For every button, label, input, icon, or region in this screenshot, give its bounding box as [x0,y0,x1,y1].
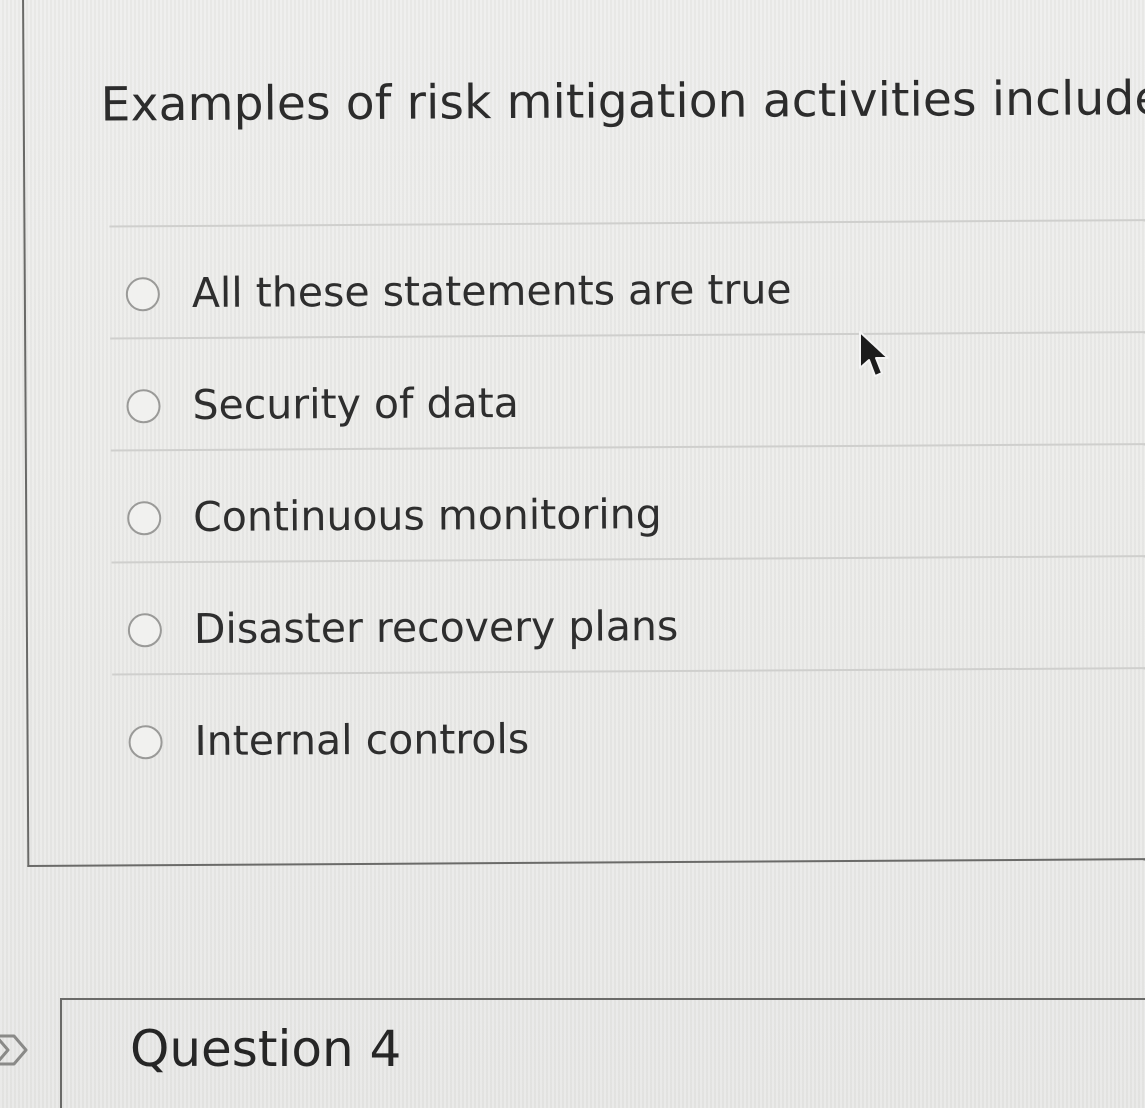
option-label[interactable]: Continuous monitoring [193,490,662,541]
next-question-title: Question 4 [130,1020,402,1078]
radio-unselected-icon[interactable] [128,725,163,760]
mouse-pointer-icon [859,331,889,377]
option-row-disaster-recovery[interactable]: Disaster recovery plans [111,554,1145,674]
radio-unselected-icon[interactable] [127,501,162,536]
chevron-right-icon[interactable] [0,1030,32,1070]
option-label[interactable]: Internal controls [194,715,529,765]
option-label[interactable]: Disaster recovery plans [194,602,679,653]
next-question-panel: Question 4 [60,998,1145,1108]
quiz-page: Examples of risk mitigation activities i… [0,0,1145,1108]
option-label[interactable]: All these statements are true [192,265,792,317]
option-label[interactable]: Security of data [192,379,519,429]
question-panel: Examples of risk mitigation activities i… [22,0,1145,867]
answer-options: All these statements are true Security o… [109,218,1145,786]
radio-unselected-icon[interactable] [126,389,161,424]
option-row-continuous-monitoring[interactable]: Continuous monitoring [110,442,1145,562]
radio-unselected-icon[interactable] [127,613,163,648]
option-row-security-of-data[interactable]: Security of data [110,330,1145,450]
radio-unselected-icon[interactable] [125,277,160,312]
option-row-all-true[interactable]: All these statements are true [109,218,1145,338]
question-text: Examples of risk mitigation activities i… [100,70,1145,133]
option-row-internal-controls[interactable]: Internal controls [112,666,1145,786]
